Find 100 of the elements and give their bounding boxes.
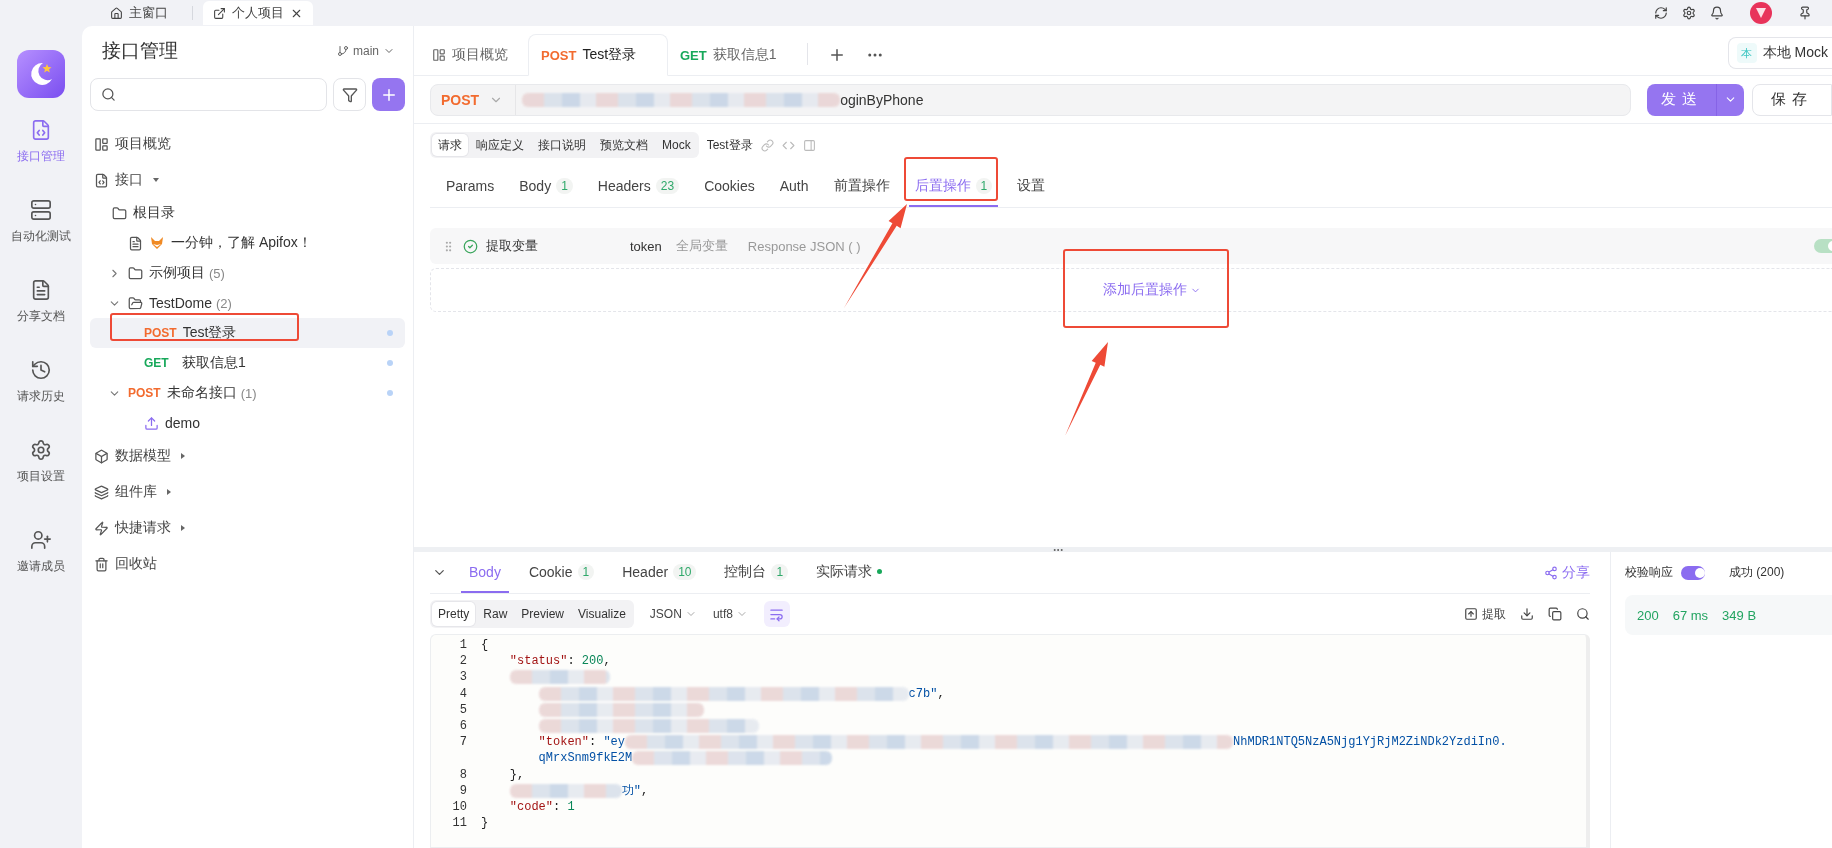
- param-tab[interactable]: Params: [440, 166, 501, 207]
- response-tab[interactable]: Cookie 1: [520, 552, 603, 593]
- line-number: 10: [451, 799, 467, 814]
- post-operation-row[interactable]: 提取变量 token 全局变量 Response JSON ( ): [430, 228, 1832, 264]
- response-tab[interactable]: Body: [461, 552, 509, 593]
- format-tab[interactable]: Pretty: [432, 602, 476, 626]
- param-tab[interactable]: Cookies: [698, 166, 761, 207]
- response-tab[interactable]: Header 10: [614, 552, 705, 593]
- nav-item[interactable]: 项目设置: [17, 431, 65, 511]
- view-tab[interactable]: 接口说明: [532, 134, 592, 156]
- view-tab[interactable]: 请求: [432, 134, 468, 156]
- param-tab[interactable]: 后置操作 1: [908, 166, 999, 207]
- folder-icon: [112, 205, 127, 221]
- panel-icon[interactable]: [802, 138, 816, 152]
- section-icon: [94, 136, 109, 152]
- encoding-selector[interactable]: utf8: [712, 607, 748, 621]
- tree-item[interactable]: demo: [90, 408, 405, 438]
- tree-item[interactable]: TestDome (2): [90, 288, 405, 318]
- response-tab[interactable]: 实际请求: [808, 552, 891, 593]
- window-tab[interactable]: 主窗口: [100, 1, 178, 25]
- sidebar-section[interactable]: 数据模型: [90, 438, 405, 474]
- extract-icon[interactable]: [1464, 607, 1478, 621]
- tree-item[interactable]: POST Test登录: [90, 318, 405, 348]
- param-tab[interactable]: 前置操作: [827, 166, 896, 207]
- sidebar-section[interactable]: 接口: [90, 162, 405, 198]
- code-text: "code": [509, 799, 553, 814]
- editor-tab[interactable]: POST Test登录: [528, 34, 668, 76]
- add-button[interactable]: [372, 78, 405, 111]
- validation-label: 校验响应: [1625, 564, 1673, 581]
- nav-icon: [30, 279, 52, 301]
- count-badge: 1: [771, 563, 789, 580]
- count-badge: 1: [975, 177, 993, 194]
- language-selector[interactable]: JSON: [649, 607, 697, 621]
- filter-button[interactable]: [333, 78, 366, 111]
- search-icon[interactable]: [1576, 607, 1590, 621]
- wrap-button[interactable]: [763, 601, 790, 627]
- sidebar-section[interactable]: 组件库: [90, 474, 405, 510]
- section-icon: [94, 520, 109, 536]
- nav-item[interactable]: 接口管理: [17, 111, 65, 191]
- tree-item[interactable]: GET 获取信息1: [90, 348, 405, 378]
- nav-item[interactable]: 邀请成员: [17, 521, 65, 601]
- format-tab[interactable]: Preview: [515, 602, 571, 626]
- format-tab[interactable]: Visualize: [572, 602, 632, 626]
- sidebar-section[interactable]: 项目概览: [90, 126, 405, 162]
- branch-selector[interactable]: main: [337, 44, 395, 58]
- param-tab[interactable]: Body 1: [513, 166, 579, 207]
- validation-toggle[interactable]: [1681, 565, 1705, 580]
- sidebar-section[interactable]: 回收站: [90, 546, 405, 582]
- code-text: ,: [603, 654, 611, 669]
- editor-tab[interactable]: GET 获取信息1: [668, 34, 797, 76]
- refresh-icon[interactable]: [1654, 6, 1668, 20]
- nav-item[interactable]: 分享文档: [17, 271, 65, 351]
- window-tab[interactable]: 个人项目: [203, 1, 313, 25]
- format-tab[interactable]: Raw: [477, 602, 514, 626]
- share-icon[interactable]: [1544, 565, 1558, 580]
- nav-item[interactable]: 请求历史: [17, 351, 65, 431]
- code-text: }: [481, 816, 489, 831]
- view-tab[interactable]: 预览文档: [594, 134, 654, 156]
- download-icon[interactable]: [1520, 607, 1534, 621]
- nav-icon: [30, 529, 52, 551]
- variable-name: token: [630, 238, 662, 254]
- tree-item[interactable]: POST 未命名接口 (1): [90, 378, 405, 408]
- param-tab[interactable]: Auth: [773, 166, 815, 207]
- copy-icon[interactable]: [1548, 607, 1562, 621]
- code-text: NhMDR1NTQ5NzA5Njg1YjRjM2ZiNDk2YzdiIn0.: [1233, 735, 1507, 750]
- line-number: 6: [458, 719, 467, 734]
- code-text: {: [481, 638, 489, 653]
- view-tab[interactable]: Mock: [656, 134, 697, 156]
- overview-icon: [432, 48, 446, 62]
- wrap-icon[interactable]: [769, 606, 785, 622]
- window-icon: [213, 6, 226, 20]
- editor-tab[interactable]: 项目概览: [420, 34, 528, 76]
- code-text: 200: [581, 654, 604, 669]
- share-link[interactable]: 分享: [1544, 552, 1590, 593]
- search-field[interactable]: [90, 78, 327, 111]
- bell-icon[interactable]: [1710, 6, 1724, 20]
- caret-icon[interactable]: [181, 525, 185, 531]
- panel-title: 接口管理: [102, 39, 178, 63]
- caret-icon[interactable]: [153, 178, 159, 182]
- param-tab[interactable]: 设置: [1011, 166, 1052, 207]
- tree-item[interactable]: 示例项目 (5): [90, 258, 405, 288]
- param-tab[interactable]: Headers 23: [591, 166, 686, 207]
- sidebar-section[interactable]: 快捷请求: [90, 510, 405, 546]
- environment-selector[interactable]: 本 本地 Mock: [1727, 37, 1832, 69]
- status-dot: [387, 330, 393, 336]
- tree-item[interactable]: 根目录: [90, 198, 405, 228]
- view-tab[interactable]: 响应定义: [470, 134, 530, 156]
- code-text: :: [553, 799, 562, 814]
- caret-icon[interactable]: [181, 453, 185, 459]
- response-tab[interactable]: 控制台 1: [716, 552, 797, 593]
- extract-button[interactable]: 提取: [1464, 605, 1506, 623]
- avatar-icon[interactable]: [1750, 2, 1772, 24]
- settings-icon[interactable]: [1682, 6, 1696, 20]
- filter-icon[interactable]: [341, 86, 358, 103]
- caret-icon[interactable]: [167, 489, 171, 495]
- nav-item[interactable]: 自动化测试: [11, 191, 71, 271]
- save-button[interactable]: 保存: [1752, 83, 1832, 116]
- tree-item[interactable]: 一分钟，了解 Apifox！: [90, 228, 405, 258]
- add-operation-button[interactable]: 添加后置操作: [1102, 281, 1201, 299]
- pin-icon[interactable]: [1798, 6, 1812, 20]
